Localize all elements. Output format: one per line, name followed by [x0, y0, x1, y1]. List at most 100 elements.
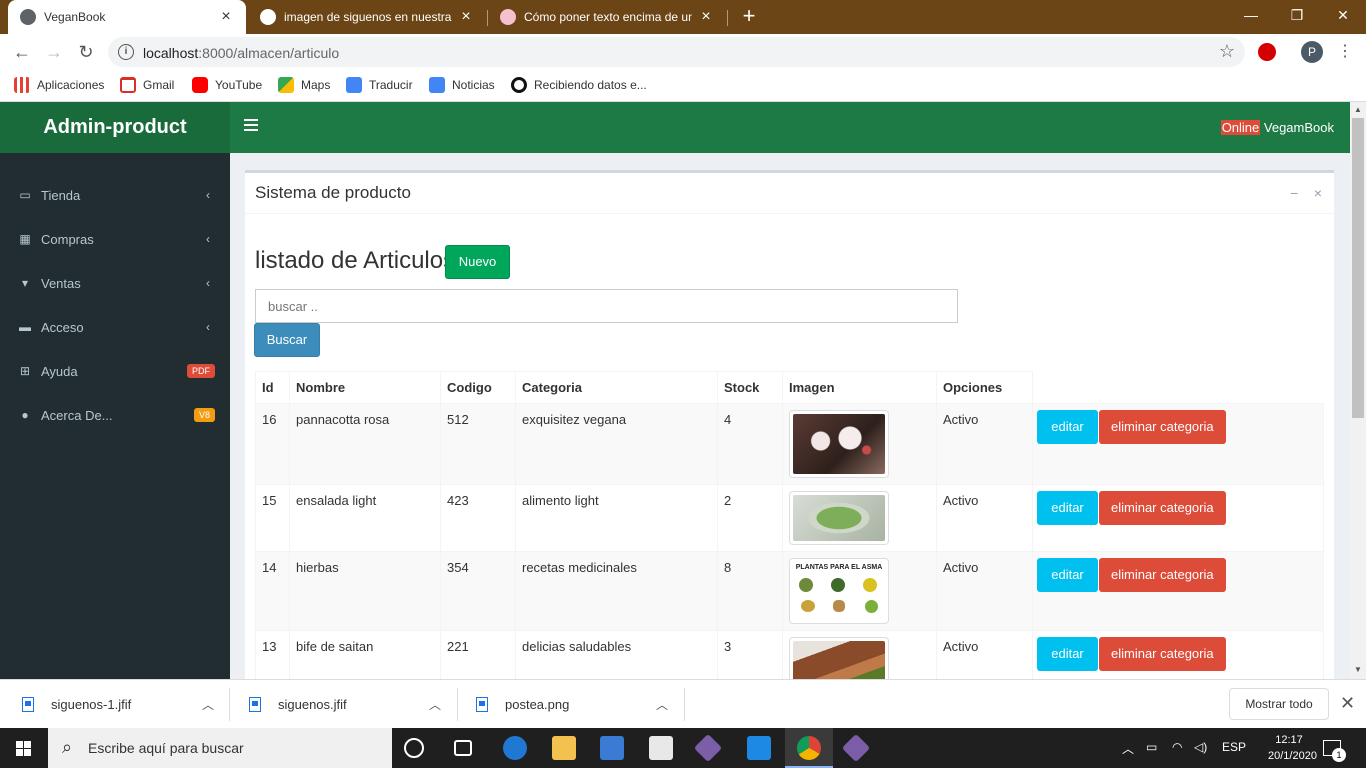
sidebar-item-tienda[interactable]: ▭ Tienda ‹	[0, 173, 230, 217]
edit-button[interactable]: editar	[1037, 410, 1098, 444]
version-badge: V8	[193, 408, 215, 422]
maximize-button[interactable]: ❐	[1274, 0, 1320, 34]
delete-button[interactable]: eliminar categoria	[1099, 558, 1226, 592]
column-header[interactable]: Imagen	[782, 371, 937, 404]
extension-icon[interactable]	[1258, 43, 1276, 61]
bookmark-recibiendo[interactable]: Recibiendo datos e...	[511, 77, 647, 93]
git-icon[interactable]	[841, 733, 871, 763]
task-view-icon[interactable]	[454, 740, 472, 756]
vscode-icon[interactable]	[747, 736, 771, 760]
sidebar-item-compras[interactable]: ▦ Compras ‹	[0, 217, 230, 261]
forward-arrow-icon[interactable]: →	[42, 40, 66, 64]
page-scrollbar[interactable]: ▲ ▼	[1350, 102, 1366, 679]
edit-button[interactable]: editar	[1037, 558, 1098, 592]
cell-actions: editar eliminar categoria	[1032, 403, 1324, 485]
sidebar-item-acceso[interactable]: ▬ Acceso ‹	[0, 305, 230, 349]
menu-dots-icon[interactable]: ⋮	[1337, 40, 1353, 64]
scroll-down-icon[interactable]: ▼	[1350, 665, 1366, 674]
tab-texto-encima[interactable]: Cómo poner texto encima de una ×	[488, 0, 726, 34]
git-icon[interactable]	[693, 733, 723, 763]
close-icon[interactable]: ×	[458, 8, 474, 26]
start-button[interactable]	[0, 728, 48, 768]
bookmark-maps[interactable]: Maps	[278, 77, 330, 93]
chevron-up-icon[interactable]: ︿	[656, 696, 668, 713]
bookmark-gmail[interactable]: Gmail	[120, 77, 174, 93]
column-header[interactable]: Categoria	[515, 371, 718, 404]
search-input[interactable]	[255, 289, 958, 323]
close-icon[interactable]: ×	[698, 8, 714, 26]
close-icon[interactable]: ×	[1314, 185, 1322, 201]
delete-button[interactable]: eliminar categoria	[1099, 491, 1226, 525]
sidebar-item-label: Acceso	[41, 319, 84, 335]
edit-button[interactable]: editar	[1037, 491, 1098, 525]
bookmark-star-icon[interactable]: ☆	[1219, 41, 1235, 62]
chevron-up-icon[interactable]: ︿	[1122, 740, 1134, 757]
sidebar-item-acerca[interactable]: ● Acerca De... V8	[0, 393, 230, 437]
new-tab-button[interactable]: +	[737, 4, 761, 28]
column-header[interactable]: Opciones	[936, 371, 1033, 404]
search-button[interactable]: Buscar	[254, 323, 320, 357]
bookmark-noticias[interactable]: Noticias	[429, 77, 495, 93]
column-header[interactable]: Stock	[717, 371, 783, 404]
battery-icon[interactable]: ▭	[1146, 740, 1157, 754]
chrome-icon[interactable]	[797, 736, 821, 760]
chevron-up-icon[interactable]: ︿	[202, 696, 214, 713]
store-icon[interactable]	[600, 736, 624, 760]
language-indicator[interactable]: ESP	[1222, 740, 1246, 754]
cell-imagen: PLANTAS PARA EL ASMA	[782, 551, 937, 631]
mail-icon[interactable]	[649, 736, 673, 760]
image-file-icon	[22, 697, 34, 712]
edge-icon[interactable]	[503, 736, 527, 760]
box-title: Sistema de producto	[255, 183, 411, 202]
info-icon[interactable]: i	[118, 44, 134, 60]
reload-icon[interactable]: ↻	[74, 40, 98, 64]
bookmark-traducir[interactable]: Traducir	[346, 77, 413, 93]
column-header[interactable]: Id	[255, 371, 290, 404]
sidebar-item-ayuda[interactable]: ⊞ Ayuda PDF	[0, 349, 230, 393]
new-article-button[interactable]: Nuevo	[445, 245, 510, 279]
scroll-up-icon[interactable]: ▲	[1350, 105, 1366, 114]
edit-button[interactable]: editar	[1037, 637, 1098, 671]
chevron-up-icon[interactable]: ︿	[429, 696, 441, 713]
column-header[interactable]: Codigo	[440, 371, 516, 404]
download-item[interactable]: postea.png ︿	[476, 680, 676, 729]
maps-icon	[278, 77, 294, 93]
delete-button[interactable]: eliminar categoria	[1099, 410, 1226, 444]
column-header[interactable]: Nombre	[289, 371, 441, 404]
sidebar-item-ventas[interactable]: ▾ Ventas ‹	[0, 261, 230, 305]
browser-toolbar: ← → ↻ i localhost:8000/almacen/articulo …	[0, 34, 1366, 70]
cortana-icon[interactable]	[404, 738, 424, 758]
tab-google-search[interactable]: imagen de siguenos en nuestra re ×	[248, 0, 486, 34]
tab-title: VeganBook	[44, 10, 106, 24]
brand-logo[interactable]: Admin-product	[0, 102, 230, 153]
site-icon	[500, 9, 516, 25]
back-arrow-icon[interactable]: ←	[10, 40, 34, 64]
volume-icon[interactable]: ◁)	[1194, 740, 1207, 754]
close-icon[interactable]: ×	[218, 8, 234, 26]
url-text[interactable]: localhost:8000/almacen/articulo	[143, 45, 339, 61]
bookmark-aplicaciones[interactable]: Aplicaciones	[14, 77, 104, 93]
address-bar[interactable]: i localhost:8000/almacen/articulo ☆	[108, 37, 1245, 67]
minimize-button[interactable]: —	[1228, 0, 1274, 34]
scrollbar-thumb[interactable]	[1352, 118, 1364, 418]
sidebar-item-label: Ayuda	[41, 363, 78, 379]
profile-avatar[interactable]: P	[1301, 41, 1323, 63]
close-icon[interactable]: ✕	[1340, 693, 1355, 714]
bookmark-youtube[interactable]: YouTube	[192, 77, 262, 93]
file-explorer-icon[interactable]	[552, 736, 576, 760]
download-item[interactable]: siguenos-1.jfif ︿	[22, 680, 222, 729]
cell-codigo: 423	[440, 484, 516, 552]
sidebar-item-label: Compras	[41, 231, 94, 247]
collapse-icon[interactable]: −	[1290, 185, 1298, 201]
delete-button[interactable]: eliminar categoria	[1099, 637, 1226, 671]
user-menu[interactable]: Online VegamBook	[1220, 120, 1334, 135]
show-all-downloads-button[interactable]: Mostrar todo	[1229, 688, 1329, 720]
download-item[interactable]: siguenos.jfif ︿	[249, 680, 449, 729]
wifi-icon[interactable]: ◠	[1172, 740, 1182, 754]
clock[interactable]: 12:17 20/1/2020	[1268, 732, 1317, 764]
taskbar-search[interactable]: ⌕ Escribe aquí para buscar	[48, 728, 392, 768]
hamburger-menu-icon[interactable]	[244, 119, 258, 133]
tab-veganbook[interactable]: VeganBook ×	[8, 0, 246, 34]
translate-icon	[346, 77, 362, 93]
close-window-button[interactable]: ✕	[1320, 0, 1366, 34]
